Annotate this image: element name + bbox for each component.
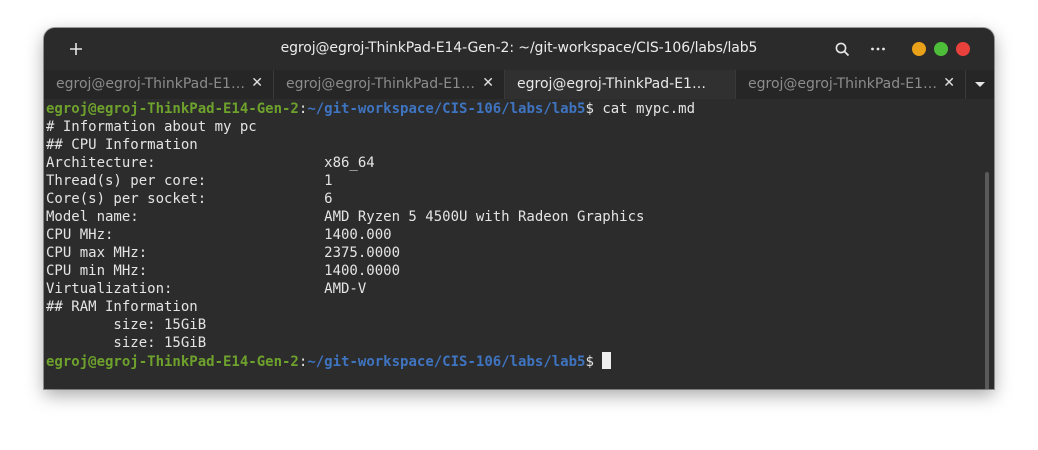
close-icon[interactable]: ✕ <box>943 75 955 91</box>
menu-button[interactable] <box>863 34 893 64</box>
prompt-symbol: $ <box>585 354 603 370</box>
output-line: CPU max MHz: 2375.0000 <box>46 245 401 261</box>
output-line: Architecture: x86_64 <box>46 155 375 171</box>
output-line: ## RAM Information <box>46 299 198 315</box>
prompt-line: egroj@egroj-ThinkPad-E14-Gen-2:~/git-wor… <box>46 352 695 370</box>
chevron-down-icon[interactable] <box>973 77 987 91</box>
output-line: # Information about my pc <box>46 119 257 135</box>
output-line: Thread(s) per core: 1 <box>46 173 333 189</box>
command-text: cat mypc.md <box>602 101 696 117</box>
tab-label: egroj@egroj-ThinkPad-E1… <box>56 76 245 92</box>
output-line: CPU MHz: 1400.000 <box>46 227 392 243</box>
terminal-output[interactable]: egroj@egroj-ThinkPad-E14-Gen-2:~/git-wor… <box>44 99 994 389</box>
output-line: Virtualization: AMD-V <box>46 281 367 297</box>
close-window-button[interactable] <box>956 42 970 56</box>
prompt-user: egroj@egroj-ThinkPad-E14-Gen-2 <box>46 354 299 370</box>
output-line: ## CPU Information <box>46 137 198 153</box>
output-line: size: 15GiB <box>46 317 207 333</box>
tab-2[interactable]: egroj@egroj-ThinkPad-E1… ✕ <box>274 70 505 99</box>
search-button[interactable] <box>827 34 857 64</box>
maximize-button[interactable] <box>934 42 948 56</box>
prompt-user: egroj@egroj-ThinkPad-E14-Gen-2 <box>46 101 299 117</box>
tab-3-active[interactable]: egroj@egroj-ThinkPad-E1… <box>505 70 736 99</box>
tab-label: egroj@egroj-ThinkPad-E1… <box>517 76 706 92</box>
tab-label: egroj@egroj-ThinkPad-E1… <box>286 76 475 92</box>
output-line: Core(s) per socket: 6 <box>46 191 333 207</box>
text-cursor <box>602 352 612 369</box>
prompt-path: ~/git-workspace/CIS-106/labs/lab5 <box>307 354 586 370</box>
close-icon[interactable]: ✕ <box>482 75 494 91</box>
terminal-window: egroj@egroj-ThinkPad-E14-Gen-2: ~/git-wo… <box>44 28 994 389</box>
command-line: egroj@egroj-ThinkPad-E14-Gen-2:~/git-wor… <box>46 100 695 118</box>
tab-bar: egroj@egroj-ThinkPad-E1… ✕ egroj@egroj-T… <box>44 70 994 99</box>
prompt-symbol: $ <box>585 101 603 117</box>
ellipsis-icon <box>871 47 885 51</box>
prompt-path: ~/git-workspace/CIS-106/labs/lab5 <box>307 101 586 117</box>
tab-4[interactable]: egroj@egroj-ThinkPad-E1… ✕ <box>736 70 966 99</box>
search-icon <box>835 42 849 56</box>
scrollbar[interactable] <box>985 172 989 389</box>
output-line: size: 15GiB <box>46 335 207 351</box>
title-bar[interactable]: egroj@egroj-ThinkPad-E14-Gen-2: ~/git-wo… <box>44 28 994 70</box>
tab-1[interactable]: egroj@egroj-ThinkPad-E1… ✕ <box>44 70 274 99</box>
output-line: Model name: AMD Ryzen 5 4500U with Radeo… <box>46 209 645 225</box>
minimize-button[interactable] <box>912 42 926 56</box>
tab-label: egroj@egroj-ThinkPad-E1… <box>748 76 937 92</box>
close-icon[interactable]: ✕ <box>251 75 263 91</box>
output-line: CPU min MHz: 1400.0000 <box>46 263 401 279</box>
